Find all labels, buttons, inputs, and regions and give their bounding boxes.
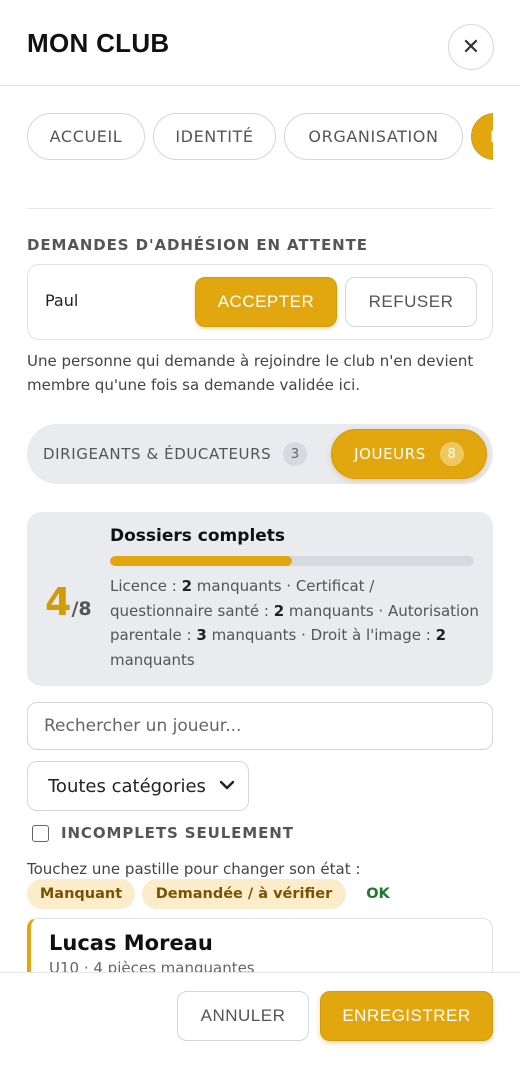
- save-button[interactable]: ENREGISTRER: [320, 991, 493, 1041]
- incomplete-filter[interactable]: INCOMPLETS SEULEMENT: [32, 824, 294, 842]
- detail-droit-image-suffix: manquants: [110, 650, 195, 669]
- detail-licence-label: Licence :: [110, 577, 182, 595]
- refuse-button[interactable]: REFUSER: [345, 277, 477, 327]
- segment-players-count: 8: [439, 442, 464, 466]
- close-button[interactable]: ✕: [448, 24, 494, 70]
- chevron-down-icon: [219, 780, 235, 790]
- player-name: Lucas Moreau: [49, 931, 213, 955]
- detail-licence-suffix: manquants ·: [192, 577, 296, 595]
- dossiers-progress-fill: [110, 556, 292, 566]
- legend-hint: Touchez une pastille pour changer son ét…: [27, 860, 361, 878]
- category-select[interactable]: Toutes catégories: [27, 761, 249, 811]
- incomplete-checkbox[interactable]: [32, 824, 49, 842]
- player-search-input[interactable]: [27, 702, 493, 750]
- tab-identite[interactable]: IDENTITÉ: [153, 113, 276, 160]
- segment-staff-count: 3: [283, 442, 308, 466]
- cancel-button[interactable]: ANNULER: [177, 991, 309, 1041]
- close-icon: ✕: [461, 34, 481, 60]
- modal-footer: ANNULER ENREGISTRER: [0, 972, 520, 1066]
- tab-bar: ACCUEIL IDENTITÉ ORGANISATION MEMBRES: [27, 113, 493, 161]
- legend-ok-pill: OK: [366, 886, 390, 902]
- complete-number: 4: [45, 580, 72, 624]
- dossiers-progress-bar: [110, 556, 474, 566]
- dossiers-summary: 4 /8 Dossiers complets Licence : 2 manqu…: [27, 512, 493, 686]
- requests-info-text: Une personne qui demande à rejoindre le …: [27, 352, 474, 394]
- member-type-switch: DIRIGEANTS & ÉDUCATEURS 3 JOUEURS 8: [27, 424, 493, 484]
- detail-certificat-suffix: manquants ·: [284, 601, 388, 620]
- detail-autorisation-value: 3: [196, 626, 207, 644]
- legend-missing-pill: Manquant: [27, 879, 135, 909]
- modal-title: MON CLUB: [27, 28, 170, 58]
- modal-header: MON CLUB ✕: [0, 0, 520, 86]
- dossiers-title: Dossiers complets: [110, 526, 286, 546]
- pending-requests-heading: DEMANDES D'ADHÉSION EN ATTENTE: [27, 236, 368, 254]
- detail-droit-image-label: Droit à l'image :: [310, 626, 436, 644]
- segment-staff[interactable]: DIRIGEANTS & ÉDUCATEURS 3: [43, 442, 308, 466]
- complete-count: 4 /8: [45, 580, 92, 624]
- segment-players-label: JOUEURS: [354, 445, 426, 463]
- detail-licence-value: 2: [181, 577, 193, 595]
- segment-players[interactable]: JOUEURS 8: [331, 429, 487, 479]
- missing-documents-summary: Licence : 2 manquants · Certificat / que…: [110, 574, 480, 672]
- request-card: Paul ACCEPTER REFUSER: [27, 264, 493, 340]
- accept-button[interactable]: ACCEPTER: [195, 277, 337, 327]
- divider: [27, 208, 493, 209]
- category-select-value: Toutes catégories: [48, 775, 206, 797]
- legend-pending-pill: Demandée / à vérifier: [142, 879, 346, 909]
- detail-certificat-value: 2: [273, 601, 285, 620]
- total-number: /8: [71, 598, 92, 620]
- tab-membres[interactable]: MEMBRES: [471, 113, 493, 160]
- segment-staff-label: DIRIGEANTS & ÉDUCATEURS: [43, 445, 272, 463]
- detail-autorisation-suffix: manquants ·: [206, 626, 311, 644]
- detail-droit-image-value: 2: [435, 626, 446, 644]
- incomplete-label: INCOMPLETS SEULEMENT: [61, 824, 294, 842]
- request-name: Paul: [45, 291, 79, 310]
- tab-organisation[interactable]: ORGANISATION: [284, 113, 463, 160]
- tab-accueil[interactable]: ACCUEIL: [27, 113, 145, 160]
